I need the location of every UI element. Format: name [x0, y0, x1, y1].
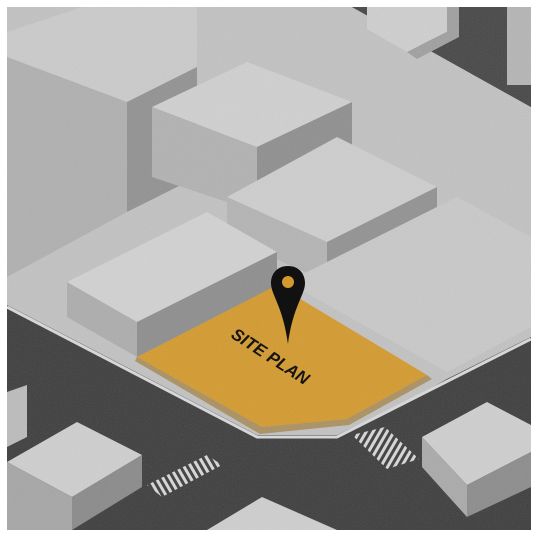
grain-texture: [7, 7, 531, 530]
isometric-city-map: SITE PLAN: [7, 7, 531, 530]
site-plan-map: SITE PLAN: [7, 7, 531, 530]
